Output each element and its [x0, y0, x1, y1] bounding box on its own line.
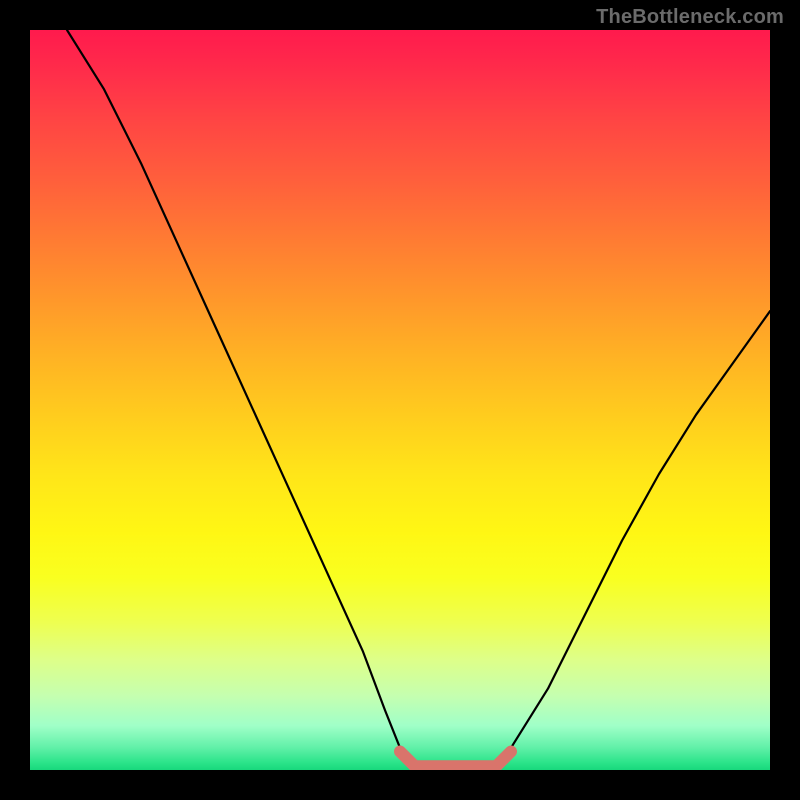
- chart-frame: TheBottleneck.com: [0, 0, 800, 800]
- series-black-curve: [67, 30, 770, 770]
- curve-layer: [30, 30, 770, 770]
- plot-area: [30, 30, 770, 770]
- series-bottom-highlight: [400, 752, 511, 767]
- watermark-text: TheBottleneck.com: [596, 6, 784, 29]
